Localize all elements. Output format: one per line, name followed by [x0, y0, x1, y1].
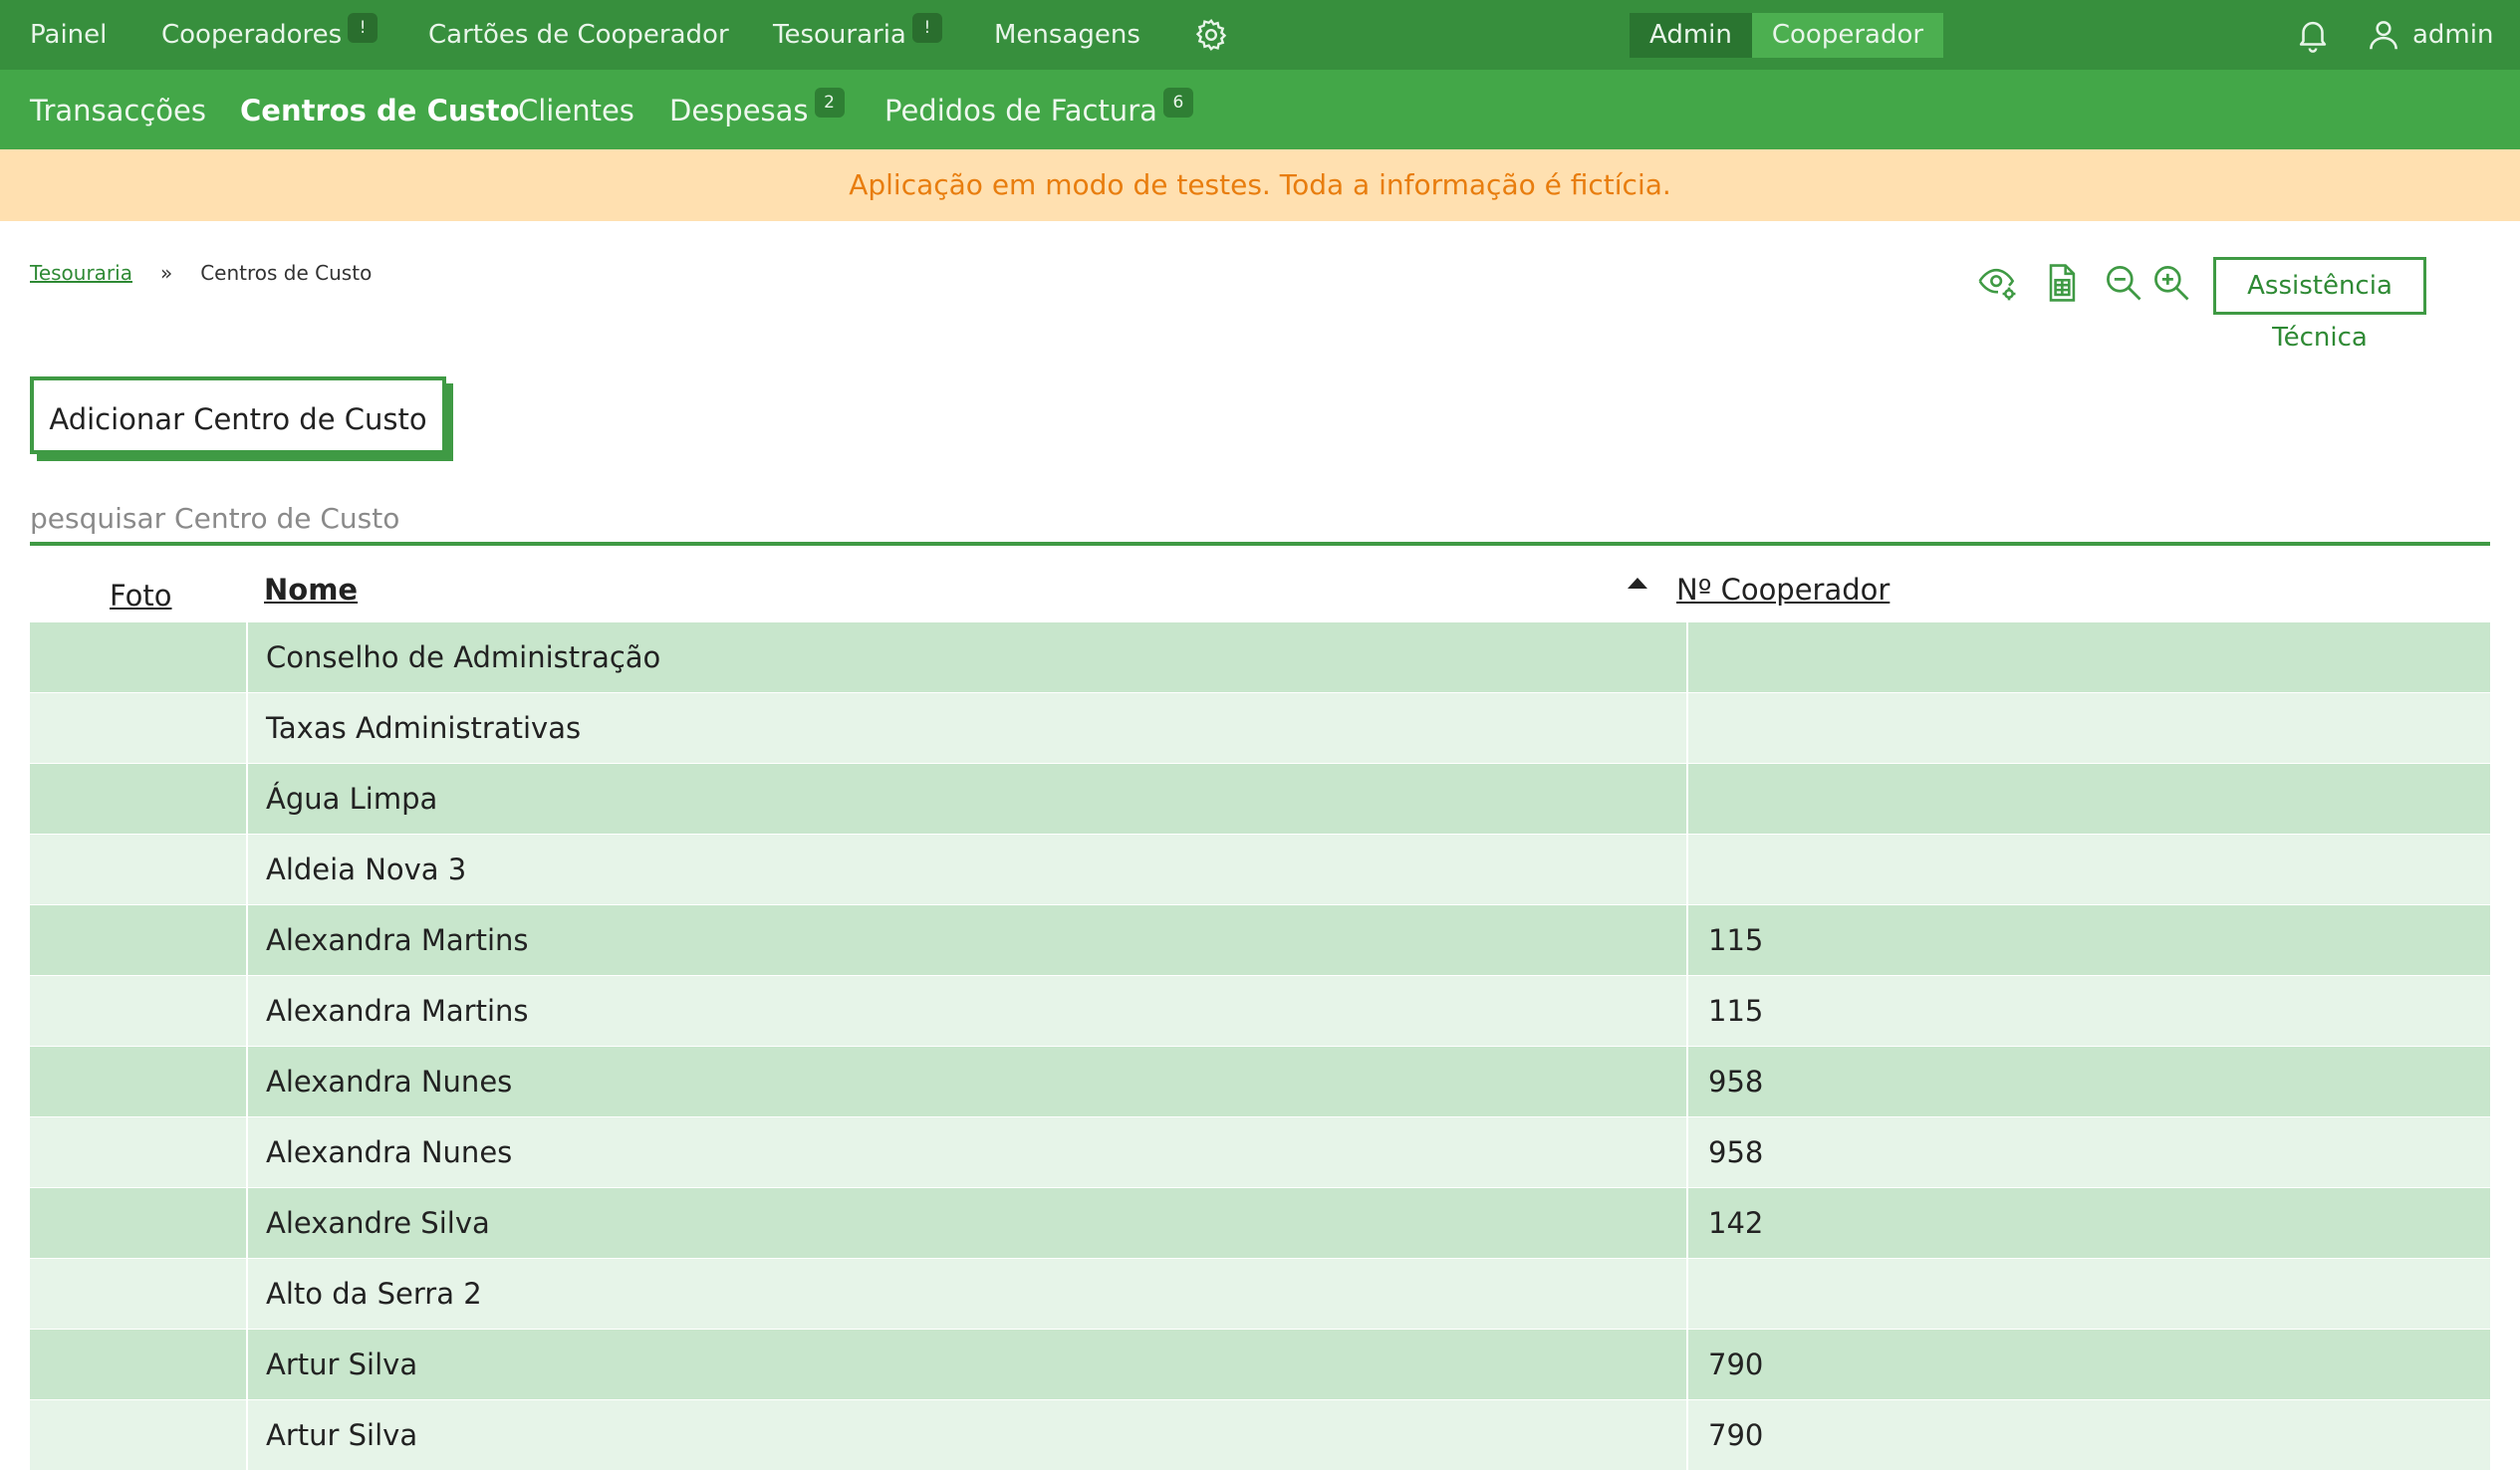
photo-cell [30, 693, 248, 763]
test-mode-banner: Aplicação em modo de testes. Toda a info… [0, 149, 2520, 221]
member-number-cell [1690, 622, 2490, 692]
table-row[interactable]: Alexandre Silva 142 [30, 1188, 2490, 1259]
username-label[interactable]: admin [2412, 0, 2493, 70]
role-admin-button[interactable]: Admin [1630, 13, 1752, 58]
subnav-despesas[interactable]: Despesas 2 [669, 70, 845, 149]
table-row[interactable]: Alexandra Martins 115 [30, 905, 2490, 976]
sort-ascending-icon[interactable] [1628, 578, 1647, 589]
add-cost-center-button[interactable]: Adicionar Centro de Custo [30, 376, 446, 454]
subnav-centros-de-custo[interactable]: Centros de Custo [240, 70, 520, 149]
gear-icon[interactable] [1193, 17, 1229, 53]
table-row[interactable]: Água Limpa [30, 764, 2490, 835]
zoom-out-icon[interactable] [2102, 261, 2145, 305]
subnav-pedidos-de-factura[interactable]: Pedidos de Factura 6 [884, 70, 1193, 149]
nav-painel[interactable]: Painel [30, 0, 107, 70]
search-input[interactable] [30, 495, 2490, 546]
name-cell: Artur Silva [248, 1400, 1688, 1470]
name-cell: Alexandra Nunes [248, 1117, 1688, 1187]
name-cell: Taxas Administrativas [248, 693, 1688, 763]
nav-label: Cartões de Cooperador [428, 20, 729, 50]
nav-tesouraria[interactable]: Tesouraria! [773, 0, 942, 70]
table-row[interactable]: Alto da Serra 2 [30, 1259, 2490, 1330]
photo-cell [30, 1047, 248, 1116]
member-number-cell: 958 [1708, 1065, 1764, 1099]
name-cell: Alexandra Nunes [248, 1047, 1688, 1116]
member-number-cell: 790 [1708, 1348, 1764, 1381]
table-row[interactable]: Alexandra Martins 115 [30, 976, 2490, 1047]
member-number-cell [1690, 835, 2490, 904]
name-cell: Artur Silva [248, 1330, 1688, 1399]
zoom-in-icon[interactable] [2149, 261, 2193, 305]
member-number-cell: 142 [1708, 1206, 1764, 1240]
name-cell: Alexandra Martins [248, 976, 1688, 1046]
spreadsheet-icon[interactable] [2040, 261, 2084, 305]
table-row[interactable]: Alexandra Nunes 958 [30, 1047, 2490, 1117]
member-number-cell: 115 [1708, 923, 1764, 957]
user-icon[interactable] [2365, 16, 2402, 54]
subnav-clientes[interactable]: Clientes [518, 70, 634, 149]
subnav-label: Centros de Custo [240, 94, 520, 127]
name-cell: Água Limpa [248, 764, 1688, 834]
table-row[interactable]: Conselho de Administração [30, 622, 2490, 693]
member-number-cell [1690, 764, 2490, 834]
top-navbar: Painel Cooperadores! Cartões de Cooperad… [0, 0, 2520, 70]
photo-cell [30, 905, 248, 975]
name-cell: Conselho de Administração [248, 622, 1688, 692]
column-header-nome[interactable]: Nome [264, 558, 358, 622]
name-cell: Alexandre Silva [248, 1188, 1688, 1258]
bell-icon[interactable] [2294, 16, 2332, 54]
member-number-cell: 115 [1708, 994, 1764, 1028]
column-header-numero[interactable]: Nº Cooperador [1676, 558, 1890, 622]
table-row[interactable]: Artur Silva 790 [30, 1400, 2490, 1471]
member-number-cell: 790 [1708, 1418, 1764, 1452]
column-header-foto[interactable]: Foto [110, 564, 172, 628]
photo-cell [30, 835, 248, 904]
photo-cell [30, 976, 248, 1046]
nav-label: Tesouraria [773, 20, 906, 50]
nav-label: Cooperadores [161, 20, 343, 50]
photo-cell [30, 1117, 248, 1187]
alert-badge: ! [911, 13, 942, 43]
subnav-label: Despesas [669, 94, 809, 127]
name-cell: Alto da Serra 2 [248, 1259, 1688, 1329]
sub-navbar: Transacções Centros de Custo Clientes De… [0, 70, 2520, 149]
role-switch: Admin Cooperador [1630, 13, 1944, 58]
name-cell: Aldeia Nova 3 [248, 835, 1688, 904]
photo-cell [30, 1400, 248, 1470]
technical-support-button[interactable]: Assistência Técnica [2213, 257, 2426, 353]
nav-cartoes-de-cooperador[interactable]: Cartões de Cooperador [428, 0, 729, 70]
photo-cell [30, 1330, 248, 1399]
role-cooperador-button[interactable]: Cooperador [1751, 13, 1944, 58]
member-number-cell [1690, 1259, 2490, 1329]
nav-label: Mensagens [994, 20, 1140, 50]
count-badge: 6 [1162, 88, 1193, 118]
nav-cooperadores[interactable]: Cooperadores! [161, 0, 378, 70]
photo-cell [30, 622, 248, 692]
name-cell: Alexandra Martins [248, 905, 1688, 975]
table-row[interactable]: Alexandra Nunes 958 [30, 1117, 2490, 1188]
subnav-label: Pedidos de Factura [884, 94, 1157, 127]
photo-cell [30, 1259, 248, 1329]
member-number-cell: 958 [1708, 1135, 1764, 1169]
toolbar-icons [0, 261, 2520, 305]
photo-cell [30, 1188, 248, 1258]
subnav-transaccoes[interactable]: Transacções [30, 70, 206, 149]
table-header: Foto Nome Nº Cooperador [30, 558, 2490, 622]
photo-cell [30, 764, 248, 834]
subnav-label: Clientes [518, 94, 634, 127]
eye-settings-icon[interactable] [1976, 261, 2020, 305]
member-number-cell [1690, 693, 2490, 763]
table-body: Conselho de Administração Taxas Administ… [30, 622, 2490, 1471]
table-row[interactable]: Taxas Administrativas [30, 693, 2490, 764]
alert-badge: ! [348, 13, 378, 43]
nav-mensagens[interactable]: Mensagens [994, 0, 1140, 70]
table-row[interactable]: Aldeia Nova 3 [30, 835, 2490, 905]
table-row[interactable]: Artur Silva 790 [30, 1330, 2490, 1400]
count-badge: 2 [814, 88, 845, 118]
nav-label: Painel [30, 20, 108, 50]
subnav-label: Transacções [30, 94, 206, 127]
